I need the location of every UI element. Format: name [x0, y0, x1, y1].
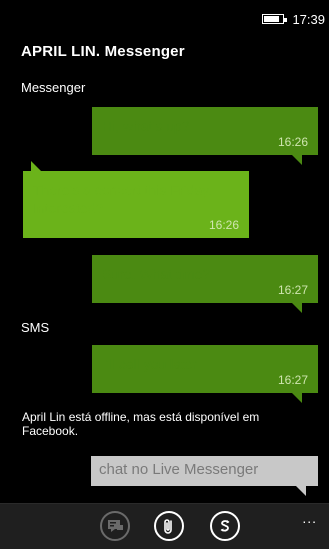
compose-placeholder[interactable]: chat no Live Messenger	[99, 461, 258, 478]
bubble-tail	[296, 486, 306, 496]
switch-contact-button[interactable]	[210, 511, 240, 541]
message-text: I'll call you later.	[102, 356, 201, 372]
message-time: 16:26	[208, 218, 239, 232]
message-bubble-incoming[interactable]: There's a concert this Friday. Intereste…	[23, 161, 249, 238]
more-options-button[interactable]: ...	[302, 510, 317, 526]
message-text: Sure. What time?	[102, 266, 211, 282]
bubble-tail	[31, 161, 41, 171]
section-label-messenger: Messenger	[21, 80, 86, 95]
message-time: 16:27	[277, 373, 308, 387]
message-time: 16:27	[277, 283, 308, 297]
status-time: 17:39	[292, 12, 325, 27]
message-bubble-outgoing[interactable]: I'll call you later. 16:27	[92, 345, 318, 403]
app-bar: ...	[0, 503, 329, 549]
switch-service-icon	[108, 520, 123, 532]
bubble-tail	[292, 303, 302, 313]
battery-icon	[262, 14, 287, 24]
section-label-sms: SMS	[21, 320, 50, 335]
attach-icon	[164, 519, 172, 534]
switch-contact-icon	[220, 520, 230, 532]
bubble-tail	[292, 155, 302, 165]
message-bubble-outgoing[interactable]: Sure. What time? 16:27	[92, 255, 318, 313]
message-compose-box[interactable]: chat no Live Messenger	[91, 456, 318, 496]
message-time: 16:26	[277, 135, 308, 149]
switch-service-button[interactable]	[100, 511, 130, 541]
message-text: There's a concert this Friday. Intereste…	[33, 182, 213, 216]
page-title: APRIL LIN. Messenger	[21, 43, 185, 60]
bubble-tail	[292, 393, 302, 403]
offline-status-note: April Lin está offline, mas está disponí…	[22, 410, 260, 438]
status-bar: 17:39	[0, 0, 329, 34]
message-text: Hi, what's up?	[102, 118, 190, 134]
attach-button[interactable]	[154, 511, 184, 541]
message-bubble-outgoing[interactable]: Hi, what's up? 16:26	[92, 107, 318, 165]
